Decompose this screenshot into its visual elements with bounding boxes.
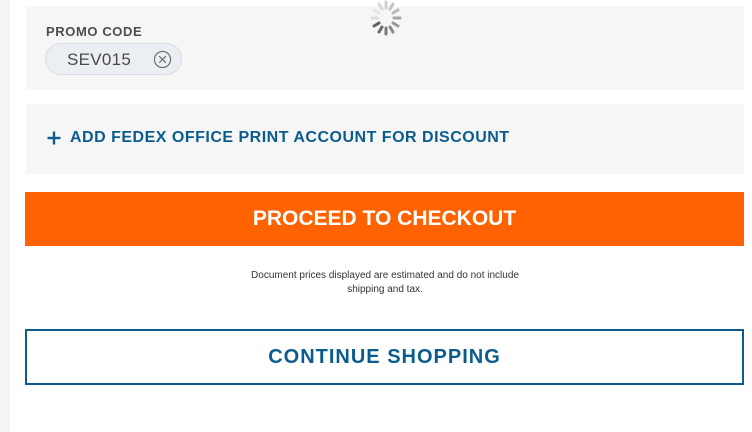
price-disclaimer: Document prices displayed are estimated … <box>210 269 560 297</box>
plus-icon <box>47 131 61 145</box>
disclaimer-line-1: Document prices displayed are estimated … <box>251 270 519 281</box>
promo-code-value: SEV015 <box>67 50 132 69</box>
cart-summary-page: PROMO CODE SEV015 ADD FEDEX OFFICE PRINT… <box>0 0 752 432</box>
add-fedex-print-account-link[interactable]: ADD FEDEX OFFICE PRINT ACCOUNT FOR DISCO… <box>46 126 510 150</box>
left-edge-strip <box>0 0 10 432</box>
promo-code-label: PROMO CODE <box>46 24 143 39</box>
disclaimer-line-2: shipping and tax. <box>347 284 423 295</box>
promo-code-chip: SEV015 <box>45 43 182 75</box>
proceed-to-checkout-button[interactable]: PROCEED TO CHECKOUT <box>25 192 744 246</box>
close-circle-icon[interactable] <box>153 50 172 69</box>
add-fedex-print-account-label: ADD FEDEX OFFICE PRINT ACCOUNT FOR DISCO… <box>70 129 510 146</box>
fedex-print-account-panel: ADD FEDEX OFFICE PRINT ACCOUNT FOR DISCO… <box>26 104 744 174</box>
continue-shopping-button[interactable]: CONTINUE SHOPPING <box>25 329 744 385</box>
spinner-icon <box>370 0 402 36</box>
